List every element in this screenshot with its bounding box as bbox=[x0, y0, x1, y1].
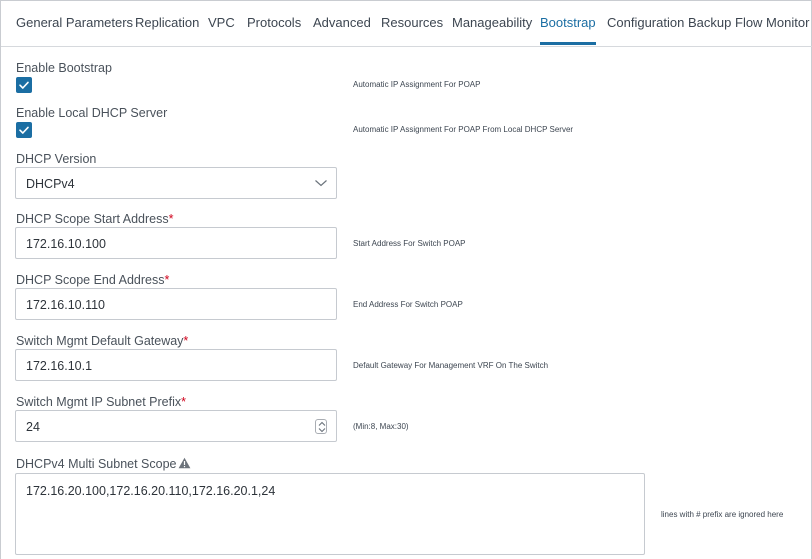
tab-bar: General Parameters Replication VPC Proto… bbox=[1, 1, 812, 47]
tab-bootstrap[interactable]: Bootstrap bbox=[540, 15, 596, 45]
mgmt-prefix-value: 24 bbox=[26, 420, 40, 434]
tab-flow-monitor[interactable]: Flow Monitor bbox=[735, 15, 809, 45]
required-marker: * bbox=[168, 212, 174, 226]
enable-bootstrap-checkbox[interactable] bbox=[16, 77, 32, 93]
tab-resources[interactable]: Resources bbox=[381, 15, 443, 45]
settings-panel: General Parameters Replication VPC Proto… bbox=[0, 0, 812, 559]
multi-subnet-scope-value: 172.16.20.100,172.16.20.110,172.16.20.1,… bbox=[26, 484, 276, 498]
mgmt-prefix-label: Switch Mgmt IP Subnet Prefix* bbox=[16, 395, 186, 409]
enable-bootstrap-hint: Automatic IP Assignment For POAP bbox=[353, 80, 481, 89]
tab-protocols[interactable]: Protocols bbox=[247, 15, 301, 45]
dhcp-version-value: DHCPv4 bbox=[26, 177, 75, 191]
multi-subnet-scope-hint: lines with # prefix are ignored here bbox=[661, 510, 784, 519]
enable-bootstrap-label: Enable Bootstrap bbox=[16, 61, 112, 75]
required-marker: * bbox=[181, 395, 186, 409]
scope-start-input[interactable]: 172.16.10.100 bbox=[15, 227, 337, 259]
mgmt-gateway-hint: Default Gateway For Management VRF On Th… bbox=[353, 361, 549, 370]
scope-end-hint: End Address For Switch POAP bbox=[353, 300, 463, 309]
dhcp-version-label: DHCP Version bbox=[16, 152, 97, 166]
tab-configuration-backup[interactable]: Configuration Backup bbox=[607, 15, 731, 45]
enable-local-dhcp-checkbox[interactable] bbox=[16, 122, 32, 138]
multi-subnet-scope-textarea[interactable]: 172.16.20.100,172.16.20.110,172.16.20.1,… bbox=[15, 473, 645, 555]
mgmt-gateway-input[interactable]: 172.16.10.1 bbox=[15, 349, 337, 381]
tab-advanced[interactable]: Advanced bbox=[313, 15, 371, 45]
scope-end-value: 172.16.10.110 bbox=[26, 298, 106, 312]
chevron-down-icon bbox=[315, 180, 327, 187]
mgmt-gateway-value: 172.16.10.1 bbox=[26, 359, 93, 373]
scope-start-hint: Start Address For Switch POAP bbox=[353, 239, 466, 248]
mgmt-gateway-label: Switch Mgmt Default Gateway* bbox=[16, 334, 189, 348]
tab-vpc[interactable]: VPC bbox=[208, 15, 235, 45]
enable-local-dhcp-label: Enable Local DHCP Server bbox=[16, 106, 168, 120]
mgmt-prefix-input[interactable]: 24 bbox=[15, 410, 337, 442]
dhcp-version-select[interactable]: DHCPv4 bbox=[15, 167, 337, 199]
required-marker: * bbox=[164, 273, 170, 287]
tab-manageability[interactable]: Manageability bbox=[452, 15, 532, 45]
warning-icon bbox=[178, 457, 190, 469]
checkmark-icon bbox=[19, 81, 29, 89]
required-marker: * bbox=[183, 334, 189, 348]
checkmark-icon bbox=[19, 126, 29, 134]
scope-start-value: 172.16.10.100 bbox=[26, 237, 106, 251]
scope-end-label: DHCP Scope End Address* bbox=[16, 273, 170, 287]
chevron-down-icon[interactable] bbox=[318, 427, 326, 433]
mgmt-prefix-hint: (Min:8, Max:30) bbox=[353, 422, 409, 431]
tab-general-parameters[interactable]: General Parameters bbox=[16, 15, 133, 45]
enable-local-dhcp-hint: Automatic IP Assignment For POAP From Lo… bbox=[353, 125, 574, 134]
scope-end-input[interactable]: 172.16.10.110 bbox=[15, 288, 337, 320]
tab-replication[interactable]: Replication bbox=[135, 15, 199, 45]
scope-start-label: DHCP Scope Start Address* bbox=[16, 212, 174, 226]
number-stepper[interactable] bbox=[315, 419, 327, 434]
multi-subnet-scope-label: DHCPv4 Multi Subnet Scope bbox=[16, 457, 191, 471]
